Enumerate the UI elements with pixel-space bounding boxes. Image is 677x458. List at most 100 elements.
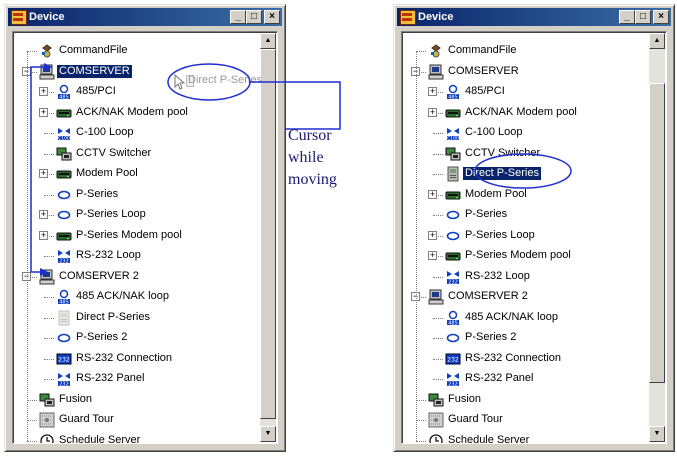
scroll-up-button[interactable]: ▲ xyxy=(260,33,276,49)
tree-item[interactable]: Fusion xyxy=(402,391,642,409)
tree-item[interactable]: P-Series 2 xyxy=(13,329,253,347)
tree-connector xyxy=(433,379,443,380)
minimize-button[interactable]: _ xyxy=(619,10,635,24)
tree-connector xyxy=(416,420,426,421)
tree-item[interactable]: CommandFile xyxy=(402,42,642,60)
tree-item[interactable]: 232 RS-232 Panel xyxy=(13,370,253,388)
tree-item[interactable]: 232 RS-232 Loop xyxy=(13,247,253,265)
title-bar[interactable]: Device _ □ × xyxy=(8,8,282,26)
tree-item[interactable]: Schedule Server xyxy=(13,432,253,444)
device-window-right: Device _ □ × CommandFile − COMSERVER +485 48… xyxy=(393,4,675,452)
tree-item[interactable]: P-Series xyxy=(402,206,642,224)
maximize-button[interactable]: □ xyxy=(246,10,262,24)
expand-toggle[interactable]: + xyxy=(428,251,437,260)
tree-item[interactable]: − COMSERVER xyxy=(402,63,642,81)
tree-connector xyxy=(44,338,54,339)
p-series-icon xyxy=(56,330,72,346)
title-bar[interactable]: Device _ □ × xyxy=(397,8,671,26)
tree-connector xyxy=(433,276,443,278)
window-title: Device xyxy=(29,11,65,23)
tree-item[interactable]: CCTV Switcher xyxy=(13,145,253,163)
expand-toggle[interactable]: + xyxy=(428,107,437,117)
tree-item[interactable]: − COMSERVER 2 xyxy=(13,268,253,286)
scroll-down-button[interactable]: ▼ xyxy=(649,426,665,442)
tree-connector xyxy=(433,215,443,216)
tree-item-label: P-Series Loop xyxy=(76,208,146,220)
tree-item-label: 485 ACK/NAK loop xyxy=(465,310,558,323)
tree-connector xyxy=(27,51,37,52)
tree-item[interactable]: 232 RS-232 Connection xyxy=(402,350,642,368)
tree-item[interactable]: CommandFile xyxy=(13,42,253,60)
tree-item[interactable]: + P-Series Loop xyxy=(402,227,642,245)
tree-connector xyxy=(44,153,54,155)
tree-item[interactable]: P-Series xyxy=(13,186,253,204)
tree-item-label: C-100 Loop xyxy=(465,126,523,138)
tree-item-label: Modem Pool xyxy=(76,167,138,179)
minimize-button[interactable]: _ xyxy=(230,10,246,24)
svg-text:232: 232 xyxy=(59,258,69,264)
tree-item[interactable]: 232 RS-232 Loop xyxy=(402,268,642,286)
tree-connector xyxy=(44,317,54,319)
expand-toggle[interactable]: + xyxy=(428,189,437,199)
tree-item-label: RS-232 Panel xyxy=(465,372,534,384)
tree-item[interactable]: CCTV Switcher xyxy=(402,145,642,163)
tree-item[interactable]: + P-Series Modem pool xyxy=(402,247,642,265)
tree-item[interactable]: + P-Series Modem pool xyxy=(13,227,253,245)
tree-item[interactable]: Direct P-Series xyxy=(402,165,642,183)
expand-toggle[interactable]: + xyxy=(428,87,437,96)
scroll-down-button[interactable]: ▼ xyxy=(260,426,276,442)
annotation-line-2: while xyxy=(288,149,324,166)
tree-item[interactable]: 485 485 ACK/NAK loop xyxy=(402,309,642,327)
expand-toggle[interactable]: + xyxy=(39,230,48,240)
tree-item-label: 485/PCI xyxy=(76,85,116,97)
guard-tour-icon xyxy=(39,412,55,428)
tree-item[interactable]: P-Series 2 xyxy=(402,329,642,347)
tree-item[interactable]: 232 RS-232 Connection xyxy=(13,350,253,368)
tree-item-label: CCTV Switcher xyxy=(76,146,152,159)
tree-item[interactable]: + P-Series Loop xyxy=(13,206,253,224)
tree-item[interactable]: − COMSERVER 2 xyxy=(402,288,642,306)
svg-text:C100: C100 xyxy=(58,136,70,142)
tree-item[interactable]: + ACK/NAK Modem pool xyxy=(402,104,642,122)
tree-item[interactable]: C100 C-100 Loop xyxy=(402,124,642,142)
tree-item[interactable]: Guard Tour xyxy=(13,411,253,429)
tree-item[interactable]: 485 485 ACK/NAK loop xyxy=(13,288,253,306)
p-series-icon xyxy=(56,187,72,203)
tree-connector xyxy=(433,153,443,155)
tree-item[interactable]: + Modem Pool xyxy=(13,165,253,183)
tree-item[interactable]: 232 RS-232 Panel xyxy=(402,370,642,388)
expand-toggle[interactable]: + xyxy=(39,210,48,219)
tree-item-label: P-Series xyxy=(76,187,119,200)
tree-item-label: Schedule Server xyxy=(59,433,141,444)
svg-text:485: 485 xyxy=(59,94,69,100)
device-tree[interactable]: CommandFile − COMSERVER +485 485/PCI + ACK/NAK… xyxy=(401,31,667,444)
clock-icon xyxy=(39,433,55,443)
tree-item[interactable]: Schedule Server xyxy=(402,432,642,443)
expand-toggle[interactable]: + xyxy=(39,107,48,117)
tree-item[interactable]: + Modem Pool xyxy=(402,186,642,204)
device-tree[interactable]: CommandFile − COMSERVER +485 485/PCI + ACK/NAK… xyxy=(12,31,278,444)
tree-connector xyxy=(433,338,443,339)
tree-connector xyxy=(27,399,37,401)
vertical-scrollbar[interactable]: ▲ ▼ xyxy=(649,33,665,442)
vertical-scrollbar[interactable]: ▲ ▼ xyxy=(260,33,276,442)
tree-item-label: C-100 Loop xyxy=(76,126,134,138)
scrollbar-thumb[interactable] xyxy=(260,49,276,419)
expand-toggle[interactable]: + xyxy=(428,230,437,240)
modem-pool-icon xyxy=(56,228,72,244)
scrollbar-thumb[interactable] xyxy=(649,83,665,383)
tree-item[interactable]: + ACK/NAK Modem pool xyxy=(13,104,253,122)
expand-toggle[interactable]: + xyxy=(39,87,48,96)
tree-item[interactable]: Guard Tour xyxy=(402,411,642,429)
scroll-up-button[interactable]: ▲ xyxy=(649,33,665,49)
close-button[interactable]: × xyxy=(264,10,280,24)
drag-cursor-icon xyxy=(174,74,186,90)
expand-toggle[interactable]: + xyxy=(39,169,48,178)
tree-item[interactable]: Fusion xyxy=(13,391,253,409)
tree-item[interactable]: C100 C-100 Loop xyxy=(13,124,253,142)
close-button[interactable]: × xyxy=(653,10,669,24)
tree-item[interactable]: +485 485/PCI xyxy=(402,83,642,101)
maximize-button[interactable]: □ xyxy=(635,10,651,24)
tree-item[interactable]: Direct P-Series xyxy=(13,309,253,327)
fusion-icon xyxy=(39,392,55,408)
